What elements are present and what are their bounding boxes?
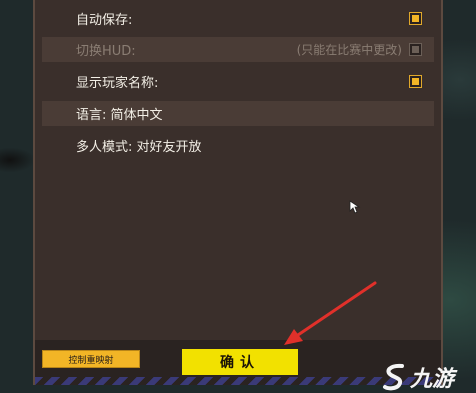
setting-show-player-names-label: 显示玩家名称: [76, 76, 159, 91]
toggle-hud-checkbox [409, 43, 422, 56]
setting-language[interactable]: 语言: 简体中文 [42, 101, 434, 126]
show-player-names-checkbox[interactable] [409, 75, 422, 88]
settings-dialog: 自动保存: 切换HUD: (只能在比赛中更改) 显示玩家名称: 语言: 简体中文… [33, 0, 443, 385]
setting-toggle-hud-label: 切换HUD: [76, 44, 136, 59]
watermark-brand: 九游 [410, 367, 455, 392]
setting-multiplayer-mode-label: 多人模式: 对好友开放 [76, 140, 202, 155]
checkbox-check-icon [412, 15, 419, 22]
control-remap-button[interactable]: 控制重映射 [42, 350, 140, 368]
jiuyou-logo-icon [383, 363, 404, 391]
setting-language-label: 语言: 简体中文 [76, 108, 163, 123]
setting-autosave[interactable]: 自动保存: [42, 6, 434, 31]
setting-show-player-names[interactable]: 显示玩家名称: [42, 69, 434, 94]
checkbox-check-icon [412, 46, 419, 53]
checkbox-check-icon [412, 78, 419, 85]
setting-multiplayer-mode[interactable]: 多人模式: 对好友开放 [42, 133, 434, 158]
setting-toggle-hud-note: (只能在比赛中更改) [296, 43, 402, 57]
confirm-button[interactable]: 确认 [182, 349, 298, 375]
watermark: 九游 [382, 362, 454, 392]
hazard-stripe [35, 377, 441, 385]
mouse-cursor-icon [349, 200, 361, 214]
setting-toggle-hud: 切换HUD: (只能在比赛中更改) [42, 37, 434, 62]
autosave-checkbox[interactable] [409, 12, 422, 25]
setting-autosave-label: 自动保存: [76, 13, 133, 28]
